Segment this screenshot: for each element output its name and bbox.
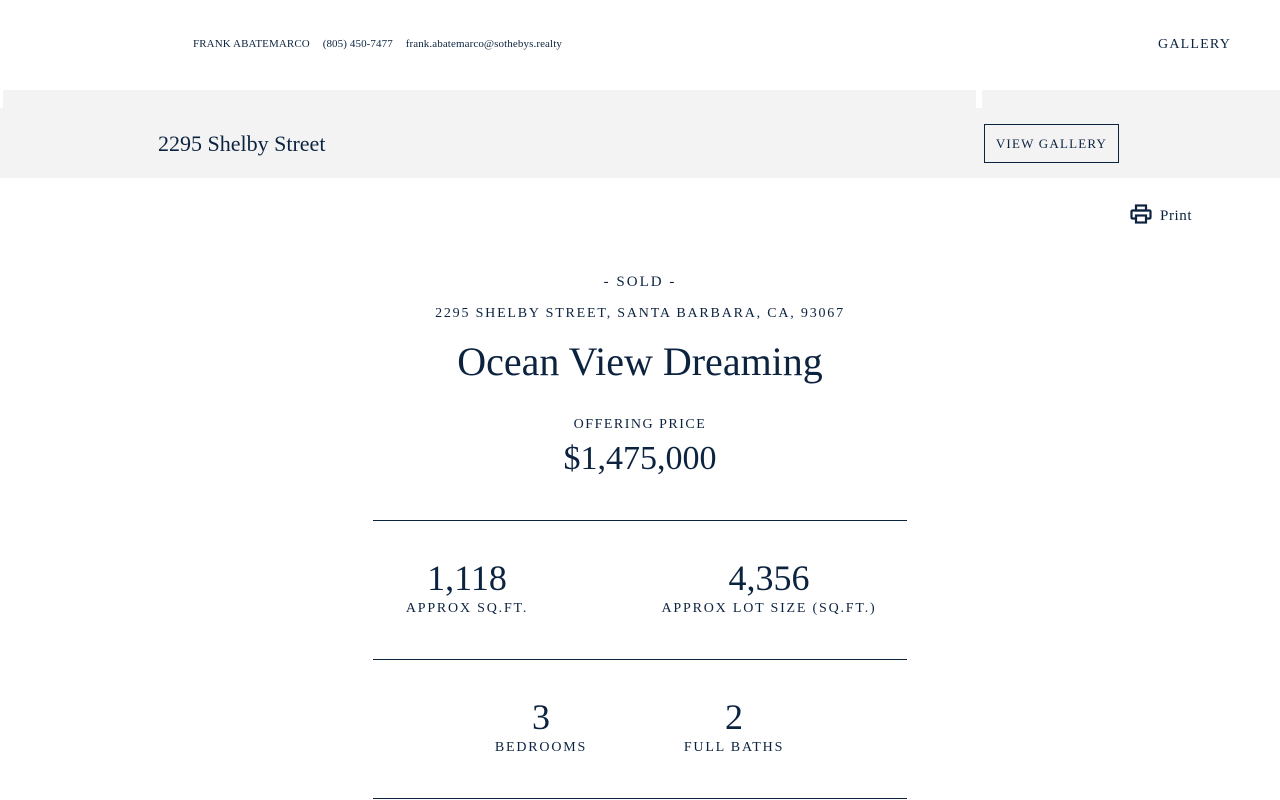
print-button[interactable]: Print	[1130, 204, 1192, 229]
stat-baths-value: 2	[725, 697, 743, 737]
listing-price: $1,475,000	[563, 440, 717, 477]
divider-band-left	[3, 90, 976, 108]
stat-lot-size: 4,356 APPROX LOT SIZE (SQ.FT.)	[639, 558, 899, 617]
stat-sqft: 1,118 APPROX SQ.FT.	[387, 558, 547, 617]
stat-baths: 2 FULL BATHS	[674, 697, 794, 756]
property-subheader: 2295 Shelby Street VIEW GALLERY	[0, 108, 1280, 178]
printer-icon	[1130, 204, 1152, 229]
top-header: FRANK ABATEMARCO (805) 450-7477 frank.ab…	[0, 0, 1280, 90]
agent-phone[interactable]: (805) 450-7477	[323, 38, 393, 50]
stat-bedrooms-label: BEDROOMS	[494, 740, 588, 755]
agent-email[interactable]: frank.abatemarco@sothebys.realty	[406, 38, 562, 50]
divider	[373, 659, 907, 660]
property-title: 2295 Shelby Street	[158, 131, 326, 156]
view-gallery-button[interactable]: VIEW GALLERY	[984, 124, 1119, 163]
stat-bedrooms-value: 3	[532, 697, 550, 737]
stat-baths-label: FULL BATHS	[683, 740, 785, 755]
print-label: Print	[1160, 208, 1193, 224]
stat-bedrooms: 3 BEDROOMS	[481, 697, 601, 756]
listing-address: 2295 SHELBY STREET, SANTA BARBARA, CA, 9…	[435, 306, 845, 321]
stat-sqft-value: 1,118	[427, 558, 507, 598]
listing-headline: Ocean View Dreaming	[457, 339, 823, 384]
stat-lot-size-label: APPROX LOT SIZE (SQ.FT.)	[661, 601, 877, 616]
divider	[373, 520, 907, 521]
stat-sqft-label: APPROX SQ.FT.	[405, 601, 529, 616]
listing-status: - SOLD -	[603, 274, 677, 290]
divider-band-right	[982, 90, 1280, 108]
agent-contact-info: FRANK ABATEMARCO (805) 450-7477 frank.ab…	[193, 38, 572, 50]
gallery-nav-link[interactable]: GALLERY	[1158, 37, 1231, 53]
price-label: OFFERING PRICE	[573, 417, 707, 432]
agent-name: FRANK ABATEMARCO	[193, 38, 310, 50]
stat-lot-size-value: 4,356	[728, 558, 810, 598]
divider	[373, 798, 907, 799]
